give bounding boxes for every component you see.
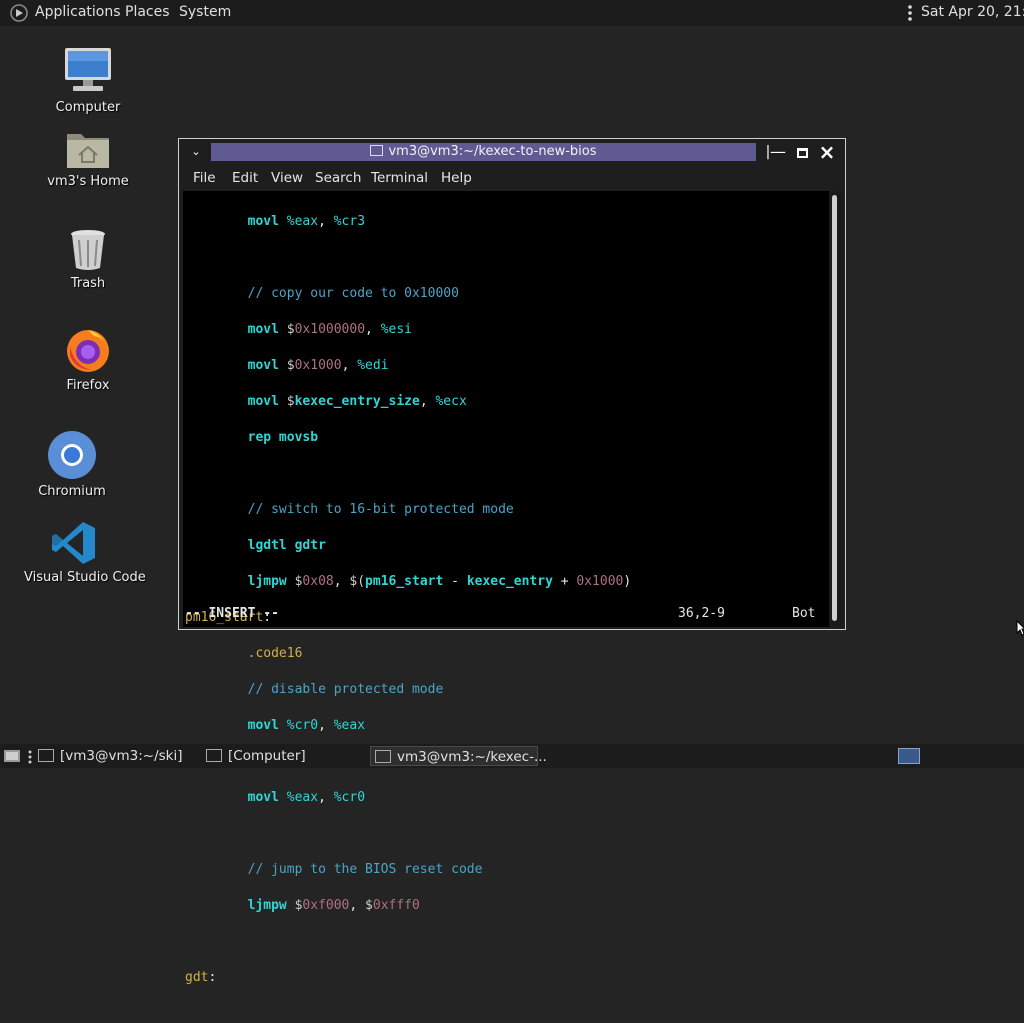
window-menu-chevron-icon[interactable]: ⌄ (187, 143, 205, 161)
vim-scroll-position: Bot (792, 606, 816, 621)
mouse-cursor-icon (1016, 620, 1024, 636)
firefox-icon (67, 330, 109, 372)
computer-icon (65, 48, 111, 91)
code-line: // switch to 16-bit protected mode (247, 502, 514, 517)
taskbar-item-terminal-ski[interactable]: [vm3@vm3:~/ski] (38, 746, 183, 766)
vim-mode: -- INSERT -- (185, 606, 279, 621)
computer-small-icon (206, 748, 222, 762)
chromium-icon (48, 431, 96, 479)
menu-view[interactable]: View (271, 170, 303, 186)
code-line: movl %eax, %cr0 (247, 790, 366, 805)
top-panel: Applications Places System Sat Apr 20, 2… (0, 0, 1024, 26)
desktop-icon-label: Trash (70, 276, 106, 291)
code-line: movl %cr0, %eax (247, 718, 366, 733)
code-line: movl $kexec_entry_size, %ecx (247, 394, 467, 409)
terminal-menubar: File Edit View Search Terminal Help (183, 167, 841, 191)
minimize-icon[interactable]: — (769, 143, 787, 161)
applications-menu[interactable]: Applications (35, 4, 121, 20)
desktop-icon-trash[interactable]: Trash (38, 228, 138, 291)
clock[interactable]: Sat Apr 20, 21:54 (921, 4, 1024, 20)
system-menu[interactable]: System (179, 4, 231, 20)
code-line: rep movsb (247, 430, 319, 445)
menu-file[interactable]: File (193, 170, 216, 186)
desktop-icon-chromium[interactable]: Chromium (22, 430, 122, 499)
code-line: movl $0x1000, %edi (247, 358, 389, 373)
desktop-icon-label: vm3's Home (47, 174, 129, 189)
vscode-icon (52, 522, 95, 564)
show-desktop-icon[interactable] (3, 748, 21, 764)
code-line: // jump to the BIOS reset code (247, 862, 483, 877)
menu-edit[interactable]: Edit (232, 170, 258, 186)
scrollbar-thumb[interactable] (832, 195, 837, 621)
workspace-switcher[interactable] (898, 748, 920, 764)
desktop-icon-label: Firefox (66, 378, 110, 393)
menu-terminal[interactable]: Terminal (371, 170, 428, 186)
terminal-titlebar[interactable]: ⌄ vm3@vm3:~/kexec-to-new-bios | — × (179, 139, 845, 165)
code-line: // copy our code to 0x10000 (247, 286, 459, 301)
menu-search[interactable]: Search (315, 170, 361, 186)
taskbar-item-computer[interactable]: [Computer] (206, 746, 306, 766)
menu-help[interactable]: Help (441, 170, 472, 186)
desktop-icon-label: Computer (55, 100, 121, 115)
desktop-icon-vscode[interactable]: Visual Studio Code (24, 520, 146, 585)
code-line: lgdtl gdtr (247, 538, 326, 553)
taskbar-item-terminal-kexec[interactable]: vm3@vm3:~/kexec-... (370, 746, 547, 766)
vim-cursor-position: 36,2-9 (678, 606, 725, 621)
taskbar-handle-icon[interactable] (27, 750, 33, 764)
home-folder-icon (67, 134, 109, 168)
window-title: vm3@vm3:~/kexec-to-new-bios (211, 144, 756, 159)
terminal-small-icon (38, 748, 54, 762)
desktop-icon-home[interactable]: vm3's Home (38, 128, 138, 189)
close-icon[interactable]: × (818, 142, 836, 162)
terminal-small-icon (375, 749, 391, 763)
vim-status-line: -- INSERT -- (185, 605, 279, 623)
code-line: // disable protected mode (247, 682, 444, 697)
desktop-icon-label: Visual Studio Code (24, 570, 146, 585)
applications-menu-icon[interactable] (10, 4, 28, 22)
desktop-icon-computer[interactable]: Computer (38, 46, 138, 115)
terminal-window[interactable]: ⌄ vm3@vm3:~/kexec-to-new-bios | — × File… (178, 138, 846, 985)
bottom-panel: [vm3@vm3:~/ski] [Computer] vm3@vm3:~/kex… (0, 744, 1024, 768)
panel-menu-icon[interactable] (908, 4, 912, 22)
code-line: ljmpw $0xf000, $0xfff0 (247, 898, 420, 913)
terminal-content[interactable]: movl %eax, %cr3 // copy our code to 0x10… (183, 191, 829, 985)
code-line: movl $0x1000000, %esi (247, 322, 413, 337)
code-line: ljmpw $0x08, $(pm16_start - kexec_entry … (247, 574, 632, 589)
code-line: movl %eax, %cr3 (247, 214, 366, 229)
maximize-icon[interactable] (793, 143, 811, 161)
code-line: gdt: (185, 970, 217, 985)
code-line: .code16 (247, 646, 303, 661)
desktop-icon-label: Chromium (38, 484, 106, 499)
terminal-small-icon (370, 145, 384, 156)
terminal-scrollbar[interactable] (829, 191, 841, 627)
trash-icon (71, 230, 105, 270)
desktop-icon-firefox[interactable]: Firefox (38, 326, 138, 393)
places-menu[interactable]: Places (125, 4, 170, 20)
